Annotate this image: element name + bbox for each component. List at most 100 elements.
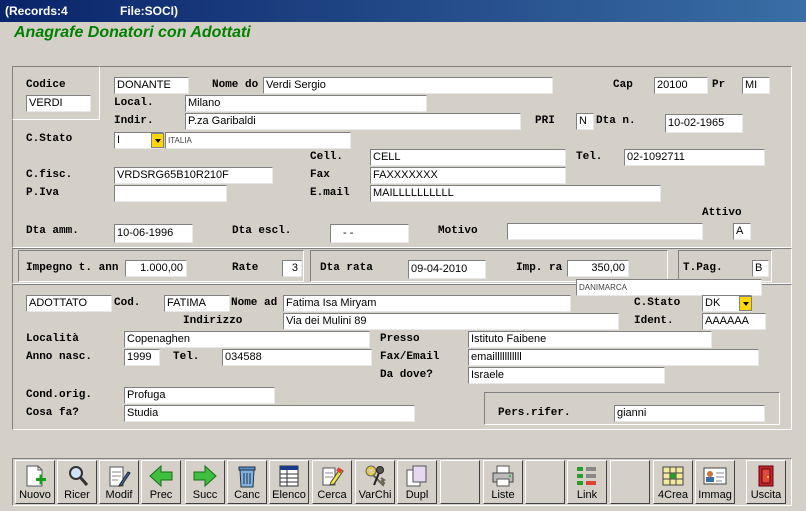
prec-label: Prec [149,489,173,501]
nuovo-button[interactable]: Nuovo [15,460,55,504]
indir-field[interactable]: P.za Garibaldi [185,113,521,130]
page-title: Anagrafe Donatori con Adottati [14,24,251,41]
varchi-button[interactable]: VarChi [355,460,395,504]
dta-ammissione-label: Dta amm. [26,225,79,237]
prec-button[interactable]: Prec [141,460,181,504]
cap-label: Cap [613,79,633,91]
adopted-indirizzo-label: Indirizzo [183,315,243,327]
cstato-description: ITALIA [165,132,351,149]
fax-field[interactable]: FAXXXXXXX [370,167,566,184]
codice-field[interactable]: VERDI [26,95,91,112]
adopted-anno-nascita-label: Anno nasc. [26,351,93,363]
link-label: Link [576,489,598,501]
rate-field[interactable]: 3 [282,260,302,277]
nome-donatore-field[interactable]: Verdi Sergio [263,77,553,94]
piva-field[interactable] [114,185,227,202]
link-tree-icon [577,467,596,485]
motivo-field[interactable] [507,223,703,240]
adopted-presso-label: Presso [380,333,420,345]
imp-rata-field[interactable]: 350,00 [567,260,629,277]
rate-label: Rate [232,262,259,274]
adopted-cosa-fa-field[interactable]: Studia [124,405,415,422]
adopted-fax-email-field[interactable]: emailllllllllll [468,349,759,366]
cell-field[interactable]: CELL [370,149,566,166]
cstato-label: C.Stato [26,133,73,145]
impegno-label: Impegno t. ann [26,262,119,274]
new-document-icon [26,465,46,487]
file-name: File:SOCI) [120,4,179,18]
edit-document-icon [109,466,131,487]
dupl-label: Dupl [405,489,429,501]
adopted-nome-label: Nome ad [231,297,278,309]
ricer-button[interactable]: Ricer [57,460,97,504]
adopted-localita-label: Località [26,333,79,345]
modif-button[interactable]: Modif [99,460,139,504]
adopted-tel-label: Tel. [173,351,200,363]
empty-toolbar-button-2[interactable] [525,460,565,504]
table-list-icon [279,465,299,487]
highlight-pen-icon [322,467,344,486]
adopted-anno-nascita-field[interactable]: 1999 [124,349,160,366]
dta-nascita-field[interactable]: 10-02-1965 [665,114,743,133]
tel-field[interactable]: 02-1092711 [624,149,765,166]
pr-field[interactable]: MI [742,77,770,94]
pri-field[interactable]: N [576,113,594,130]
adopted-localita-field[interactable]: Copenaghen [124,331,370,348]
cap-field[interactable]: 20100 [654,77,708,94]
adopted-indirizzo-field[interactable]: Via dei Mulini 89 [283,313,619,330]
succ-label: Succ [192,489,218,501]
liste-button[interactable]: Liste [483,460,523,504]
empty-toolbar-button-1[interactable] [440,460,480,504]
indir-label: Indir. [114,115,154,127]
piva-label: P.Iva [26,187,60,199]
link-button[interactable]: Link [567,460,607,504]
adopted-cond-orig-label: Cond.orig. [26,389,93,401]
dupl-button[interactable]: Dupl [397,460,437,504]
dta-rata-field[interactable]: 09-04-2010 [408,260,486,279]
elenco-label: Elenco [272,489,306,501]
impegno-field[interactable]: 1.000,00 [125,260,187,277]
codice-label: Codice [26,79,66,91]
dta-ammissione-field[interactable]: 10-06-1996 [114,224,193,243]
tpag-label: T.Pag. [683,262,723,274]
adopted-fax-email-label: Fax/Email [380,351,440,363]
cstato-dropdown-button[interactable] [151,133,164,148]
keys-icon [365,465,386,487]
cerca-button[interactable]: Cerca [312,460,352,504]
tpag-field[interactable]: B [752,260,769,277]
succ-button[interactable]: Succ [185,460,225,504]
uscita-button[interactable]: Uscita [746,460,786,504]
adopted-tel-field[interactable]: 034588 [222,349,372,366]
canc-label: Canc [234,489,260,501]
adopted-cond-orig-field[interactable]: Profuga [124,387,275,404]
adopted-cod-field[interactable]: FATIMA [164,295,230,312]
adopted-cod-label: Cod. [114,297,141,309]
adopted-cstato-dropdown-button[interactable] [739,296,752,311]
pers-rifer-label: Pers.rifer. [498,407,571,419]
attivo-field[interactable]: A [733,223,751,240]
local-label: Local. [114,97,154,109]
pers-rifer-field[interactable]: gianni [614,405,765,422]
adopted-nome-field[interactable]: Fatima Isa Miryam [283,295,571,312]
record-type-field[interactable]: DONANTE [114,77,189,94]
canc-button[interactable]: Canc [227,460,267,504]
empty-toolbar-button-3[interactable] [610,460,650,504]
adopted-da-dove-label: Da dove? [380,369,433,381]
immag-button[interactable]: Immag [695,460,735,504]
cfisc-field[interactable]: VRDSRG65B10R210F [114,167,273,184]
adopted-presso-field[interactable]: Istituto Faibene [468,331,712,348]
email-field[interactable]: MAILLLLLLLLLL [370,185,661,202]
crea4-label: 4Crea [658,489,688,501]
grid-create-icon [662,466,684,486]
adopted-ident-field[interactable]: AAAAAA [702,313,766,330]
crea4-button[interactable]: 4Crea [653,460,693,504]
email-label: E.mail [310,187,350,199]
elenco-button[interactable]: Elenco [269,460,309,504]
local-field[interactable]: Milano [185,95,427,112]
adopted-country-description: DANIMARCA [576,279,762,296]
adopted-type-field[interactable]: ADOTTATO [26,295,112,312]
adopted-da-dove-field[interactable]: Israele [468,367,665,384]
dta-esclusione-field[interactable]: - - [330,224,409,243]
modif-label: Modif [105,489,133,501]
duplicate-icon [406,465,427,487]
